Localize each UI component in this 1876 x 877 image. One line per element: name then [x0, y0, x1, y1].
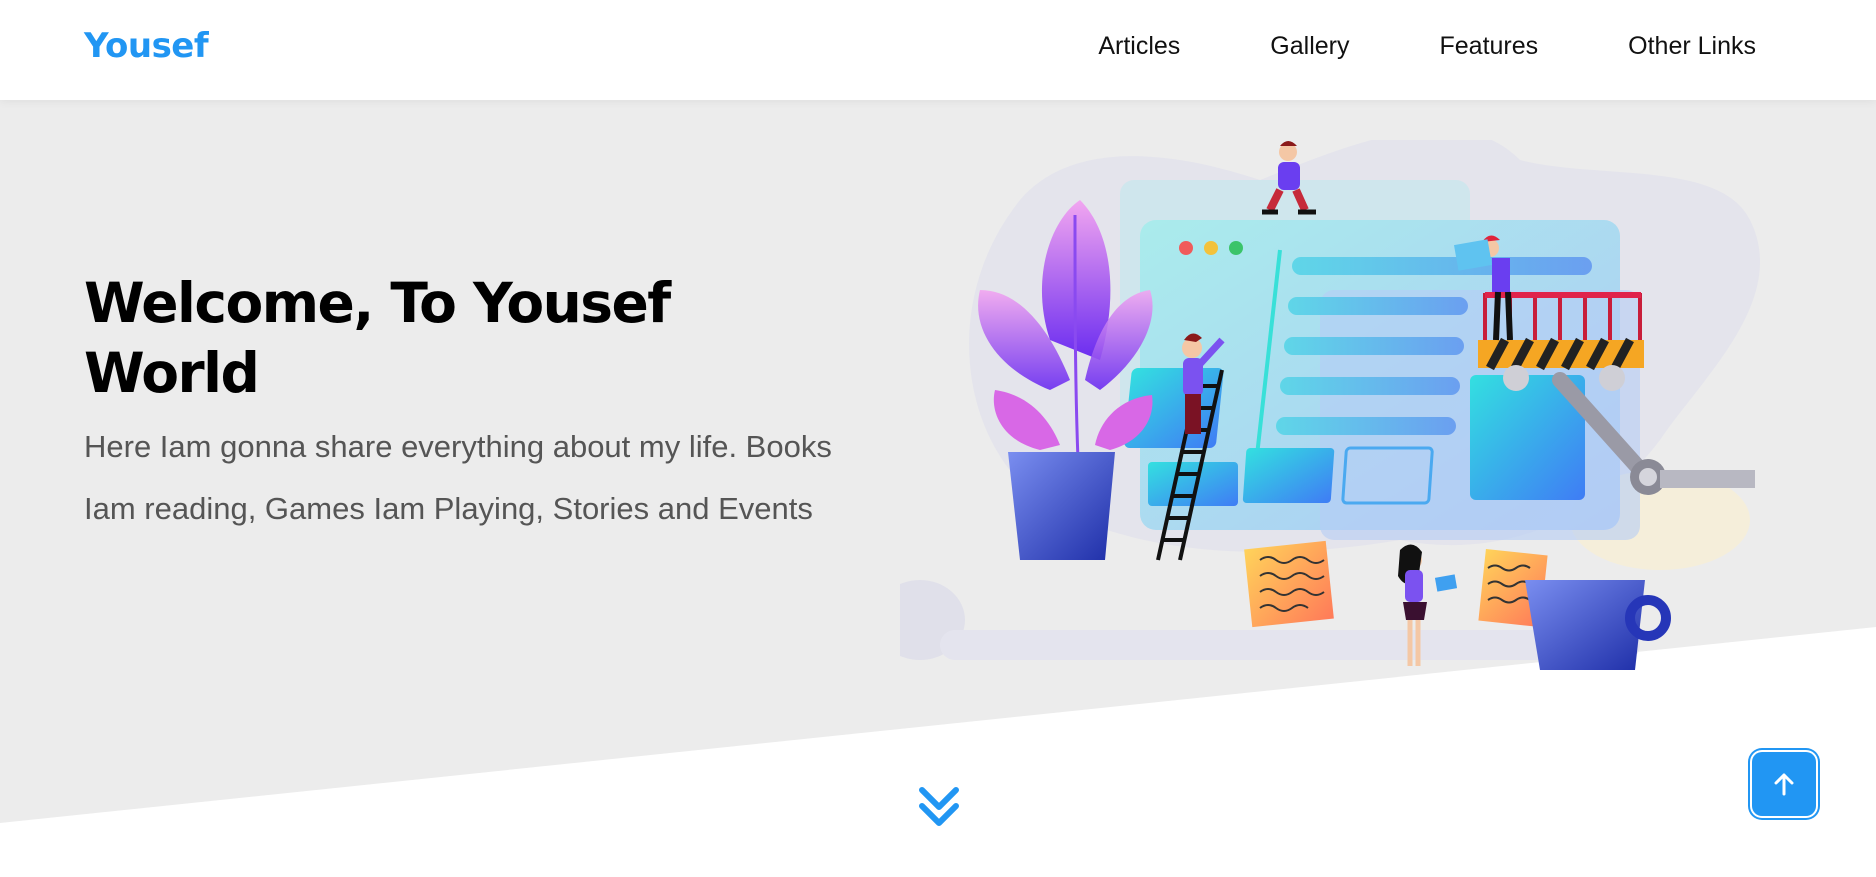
- arrow-up-icon: [1774, 773, 1794, 796]
- hero-description: Here Iam gonna share everything about my…: [84, 429, 832, 526]
- site-logo[interactable]: Yousef: [84, 26, 209, 66]
- chevron-double-down-icon[interactable]: [916, 784, 962, 830]
- hero-text: Welcome, To Yousef World Here Iam gonna …: [84, 268, 844, 540]
- scroll-to-top-button[interactable]: [1752, 752, 1816, 816]
- nav-link-gallery[interactable]: Gallery: [1225, 28, 1394, 64]
- nav-link-other-links[interactable]: Other Links: [1583, 28, 1756, 64]
- nav-link-features[interactable]: Features: [1394, 28, 1583, 64]
- site-header: Yousef Articles Gallery Features Other L…: [0, 0, 1876, 100]
- main-nav: Articles Gallery Features Other Links: [1053, 28, 1756, 64]
- website-building-illustration: [900, 140, 1761, 670]
- nav-link-articles[interactable]: Articles: [1053, 28, 1225, 64]
- hero-title: Welcome, To Yousef World: [84, 271, 671, 405]
